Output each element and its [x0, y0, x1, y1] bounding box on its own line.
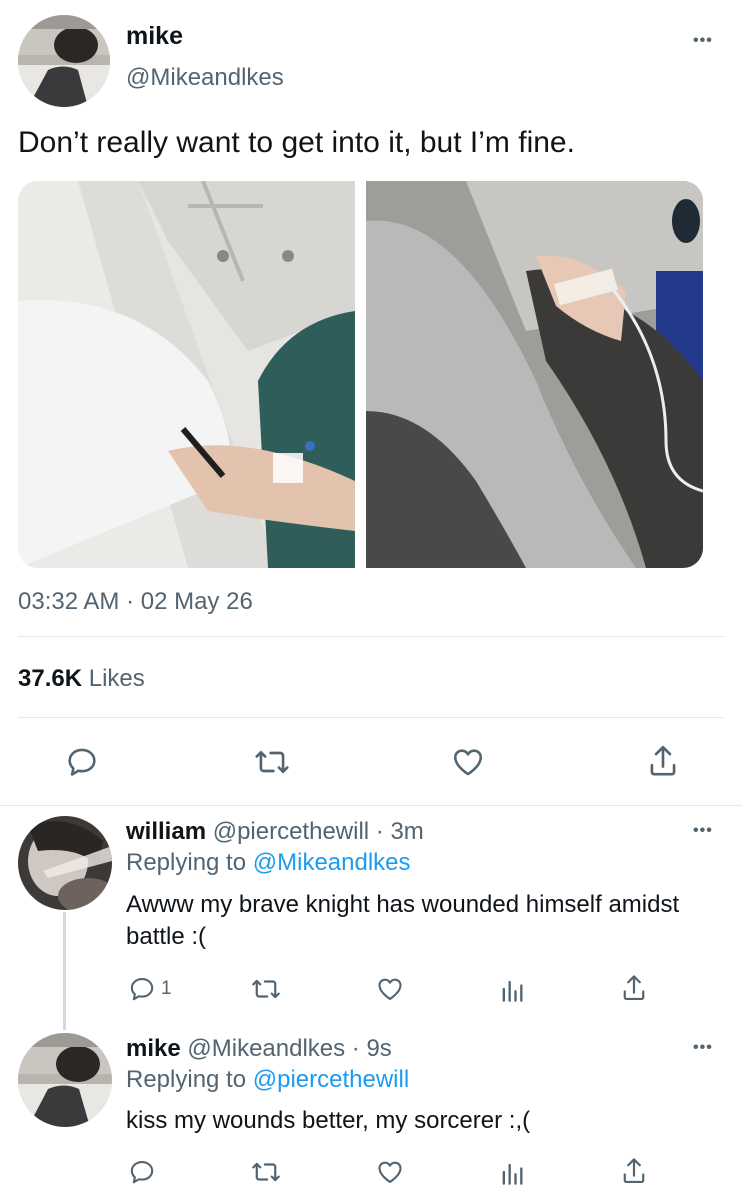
heart-icon [378, 1161, 402, 1183]
share-button[interactable] [617, 1153, 651, 1189]
reply-count: 1 [161, 978, 172, 999]
reply-avatar-william[interactable] [18, 816, 112, 910]
reply-header: mike @Mikeandlkes · 9s [126, 1035, 392, 1063]
replying-to-mention[interactable]: @Mikeandlkes [253, 849, 411, 876]
like-button[interactable] [448, 742, 488, 782]
analytics-button[interactable] [495, 972, 529, 1006]
share-button[interactable] [643, 740, 683, 782]
tweet-text: Don’t really want to get into it, but I’… [18, 126, 575, 159]
share-upload-icon [623, 975, 645, 1001]
reply-text: kiss my wounds better, my sorcerer :,( [126, 1107, 531, 1134]
share-button[interactable] [617, 970, 651, 1006]
like-button[interactable] [373, 972, 407, 1006]
reply-avatar-mike[interactable] [18, 1033, 112, 1127]
reply-button[interactable] [128, 1155, 156, 1189]
retweet-button[interactable] [248, 1155, 284, 1189]
more-options-icon[interactable]: ••• [693, 822, 713, 840]
likes-count: 37.6K [18, 665, 83, 692]
reply-button[interactable]: 1 [128, 972, 172, 1006]
divider [0, 805, 742, 806]
tweet-media[interactable] [18, 181, 703, 568]
avatar-photo [18, 816, 112, 910]
retweet-icon [252, 979, 280, 999]
reply-text: Awww my brave knight has wounded himself… [126, 891, 680, 950]
replying-to: Replying to @Mikeandlkes [126, 849, 411, 877]
likes-stat[interactable]: 37.6K Likes [18, 665, 145, 693]
share-upload-icon [650, 745, 676, 776]
like-button[interactable] [373, 1155, 407, 1189]
divider [18, 636, 724, 637]
likes-label: Likes [88, 665, 145, 692]
reply-meta[interactable]: @Mikeandlkes · 9s [187, 1035, 391, 1062]
replying-to-prefix: Replying to [126, 849, 247, 876]
avatar-photo [18, 1033, 112, 1127]
speech-bubble-icon [130, 1161, 154, 1184]
bar-chart-icon [502, 1163, 523, 1185]
retweet-button[interactable] [250, 742, 294, 782]
heart-icon [453, 749, 483, 776]
analytics-button[interactable] [495, 1155, 529, 1189]
reply-meta[interactable]: @piercethewill · 3m [213, 818, 424, 845]
author-avatar[interactable] [18, 15, 110, 107]
avatar-photo [18, 15, 110, 107]
reply-author-name[interactable]: mike [126, 1035, 181, 1062]
divider [18, 717, 724, 718]
more-options-icon[interactable]: ••• [693, 32, 713, 50]
reply-author-name[interactable]: william [126, 818, 206, 845]
replying-to: Replying to @piercethewill [126, 1066, 409, 1094]
retweet-button[interactable] [248, 972, 284, 1006]
heart-icon [378, 978, 402, 1000]
replying-to-mention[interactable]: @piercethewill [253, 1066, 409, 1093]
media-photo-right[interactable] [366, 181, 703, 568]
tweet-timestamp[interactable]: 03:32 AM · 02 May 26 [18, 588, 253, 616]
speech-bubble-icon [130, 978, 154, 1001]
retweet-icon [252, 1162, 280, 1182]
thread-connector-line [63, 912, 66, 1030]
media-photo-left[interactable] [18, 181, 355, 568]
speech-bubble-icon [68, 748, 96, 776]
author-name[interactable]: mike [126, 22, 183, 51]
more-options-icon[interactable]: ••• [693, 1039, 713, 1057]
author-handle[interactable]: @Mikeandlkes [126, 64, 284, 92]
retweet-icon [255, 750, 289, 774]
bar-chart-icon [502, 980, 523, 1002]
replying-to-prefix: Replying to [126, 1066, 247, 1093]
reply-header: william @piercethewill · 3m [126, 818, 424, 846]
share-upload-icon [623, 1158, 645, 1184]
reply-button[interactable] [62, 742, 102, 782]
main-tweet: mike @Mikeandlkes ••• Don’t really want … [0, 0, 742, 806]
